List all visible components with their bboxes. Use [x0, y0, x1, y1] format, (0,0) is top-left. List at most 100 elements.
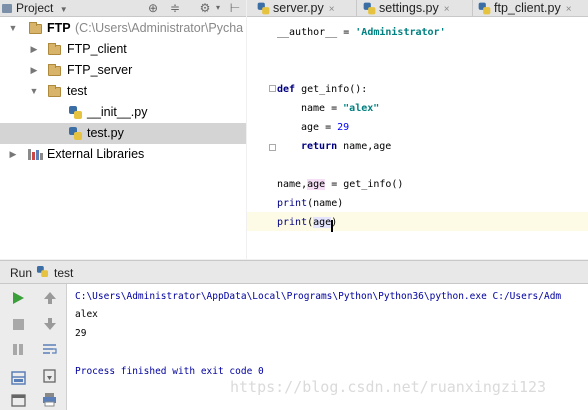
tab-label: server.py: [273, 1, 324, 15]
code-token: name =: [301, 103, 344, 114]
editor-tab-bar: server.py × settings.py × ftp_client.py ×: [247, 0, 588, 17]
arrow-up-icon[interactable]: [41, 290, 59, 306]
python-file-icon: [69, 127, 82, 140]
code-editor[interactable]: __author__ = 'Administrator' def get_inf…: [247, 17, 588, 259]
run-toolbar-right: [34, 284, 67, 410]
gear-icon[interactable]: ⚙: [198, 0, 212, 16]
python-file-icon: [69, 106, 82, 119]
library-icon: [28, 149, 43, 160]
chevron-right-icon[interactable]: ▶: [29, 39, 39, 60]
tree-item-label: FTP_client: [67, 42, 127, 56]
tree-item-ftp-client[interactable]: ▶ FTP_client: [0, 39, 246, 60]
stop-icon[interactable]: [10, 316, 28, 332]
console-line-output: alex: [75, 309, 98, 320]
fold-marker-icon[interactable]: [269, 144, 276, 151]
code-line-unpack: name,age = get_info(): [277, 176, 403, 194]
tree-item-test-py[interactable]: test.py: [0, 123, 246, 144]
print-icon[interactable]: [41, 391, 59, 407]
console-line-command: C:\Users\Administrator\AppData\Local\Pro…: [75, 291, 562, 302]
folder-icon: [48, 64, 61, 76]
close-icon[interactable]: ×: [329, 4, 335, 15]
tree-item-label: test.py: [87, 126, 124, 140]
collapse-all-icon[interactable]: ≑: [168, 0, 182, 16]
watermark: https://blog.csdn.net/ruanxingzi123: [230, 378, 547, 396]
code-token: age: [307, 179, 326, 190]
fold-marker-icon[interactable]: [269, 85, 276, 92]
chevron-right-icon[interactable]: ▶: [29, 60, 39, 81]
tree-item-test-folder[interactable]: ▼ test: [0, 81, 246, 102]
close-icon[interactable]: ×: [566, 4, 572, 15]
tree-item-external-libraries[interactable]: ▶ External Libraries: [0, 144, 246, 165]
tree-item-label: test: [67, 84, 88, 98]
run-tool-window-header: Run test: [0, 260, 588, 284]
folder-icon: [48, 43, 61, 55]
pause-icon[interactable]: [10, 341, 28, 357]
code-token: (name): [307, 198, 344, 209]
code-token: age: [313, 217, 332, 228]
tree-item-label: FTP: [47, 21, 71, 35]
tree-item-ftp[interactable]: ▼ FTP (C:\Users\Administrator\Pycha: [0, 18, 246, 39]
chevron-down-icon[interactable]: ▾: [211, 0, 225, 16]
python-file-icon: [257, 2, 270, 15]
code-token: 'Administrator': [355, 27, 446, 38]
soft-wrap-icon[interactable]: [41, 341, 59, 357]
tab-label: ftp_client.py: [494, 1, 561, 15]
code-token: print: [277, 198, 308, 209]
project-title: Project: [16, 1, 54, 15]
python-file-icon: [478, 2, 491, 15]
console-line-output: 29: [75, 328, 87, 339]
python-file-icon: [363, 2, 376, 15]
code-token: 29: [337, 122, 350, 133]
project-view-selector[interactable]: Project ▼: [2, 0, 68, 16]
code-token: print: [277, 217, 308, 228]
code-line-def: def get_info():: [277, 81, 367, 99]
project-icon: [2, 4, 12, 14]
folder-icon: [29, 22, 42, 34]
code-token: = get_info(): [325, 179, 404, 190]
code-token: get_info():: [295, 84, 368, 95]
tree-item-path: (C:\Users\Administrator\Pycha: [75, 21, 244, 35]
code-token: name,age: [337, 141, 392, 152]
run-panel-title: Run: [10, 266, 33, 280]
code-token: age =: [301, 122, 338, 133]
code-token: __author__: [277, 27, 338, 38]
code-line-author: __author__ = 'Administrator': [277, 24, 446, 42]
tree-item-label: External Libraries: [47, 147, 145, 161]
code-token: def: [277, 84, 296, 95]
hide-panel-icon[interactable]: ⊢: [228, 0, 242, 16]
run-icon[interactable]: [10, 290, 28, 306]
tree-item-init-py[interactable]: __init__.py: [0, 102, 246, 123]
project-tool-window-header: Project ▼ ⊕ ≑ ⚙ ▾ ⊢: [0, 0, 246, 17]
code-line-return: return name,age: [301, 138, 391, 156]
arrow-down-icon[interactable]: [41, 316, 59, 332]
chevron-right-icon[interactable]: ▶: [8, 144, 18, 165]
run-toolbar-left: [0, 284, 35, 410]
tab-settings-py[interactable]: settings.py ×: [361, 0, 473, 16]
run-config-name[interactable]: test: [54, 266, 73, 280]
tree-item-label: FTP_server: [67, 63, 133, 77]
scroll-to-end-icon[interactable]: [41, 368, 59, 384]
project-tree: ▼ FTP (C:\Users\Administrator\Pycha ▶ FT…: [0, 17, 246, 259]
pin-tab-icon[interactable]: [10, 392, 28, 408]
chevron-down-icon[interactable]: ▼: [29, 81, 39, 102]
folder-icon: [48, 85, 61, 97]
tab-server-py[interactable]: server.py ×: [255, 0, 357, 16]
python-file-icon: [36, 265, 49, 278]
code-token: name,: [277, 179, 308, 190]
layout-icon[interactable]: [10, 370, 28, 386]
target-icon[interactable]: ⊕: [146, 0, 160, 16]
close-icon[interactable]: ×: [444, 4, 450, 15]
code-token: =: [337, 27, 356, 38]
tab-ftp-client-py[interactable]: ftp_client.py ×: [476, 0, 588, 16]
tree-item-ftp-server[interactable]: ▶ FTP_server: [0, 60, 246, 81]
chevron-down-icon[interactable]: ▼: [8, 18, 18, 39]
code-line-print-age: print(age): [277, 214, 337, 232]
code-token: return: [301, 141, 338, 152]
code-token: "alex": [343, 103, 380, 114]
tree-item-label: __init__.py: [87, 105, 148, 119]
code-line-age: age = 29: [301, 119, 349, 137]
code-line-print-name: print(name): [277, 195, 343, 213]
tab-label: settings.py: [379, 1, 439, 15]
chevron-down-icon: ▼: [59, 5, 68, 14]
code-line-name: name = "alex": [301, 100, 379, 118]
